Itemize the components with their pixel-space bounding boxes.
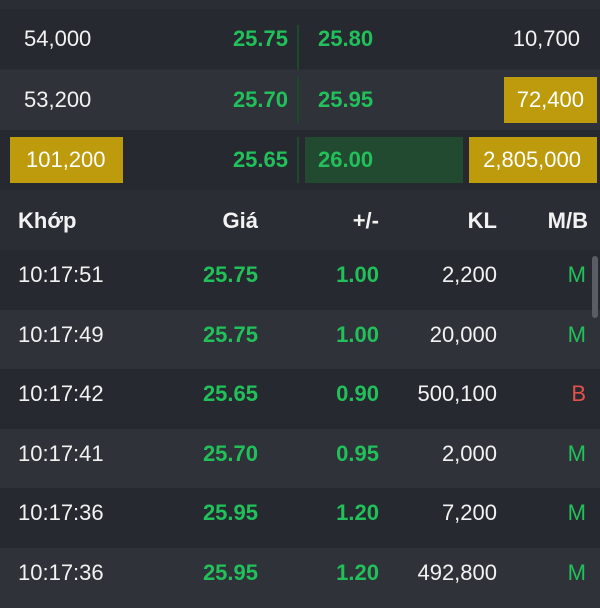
- trade-change: 1.20: [336, 500, 379, 526]
- trades-table: 10:17:51 25.75 1.00 2,200 M 10:17:49 25.…: [0, 250, 600, 608]
- trade-time: 10:17:36: [18, 500, 104, 526]
- trade-volume: 2,200: [441, 262, 497, 287]
- bid-price[interactable]: 25.65: [233, 130, 288, 190]
- trade-change: 1.00: [336, 321, 379, 347]
- bid-price[interactable]: 25.75: [233, 9, 288, 69]
- trade-change: 1.00: [336, 262, 379, 287]
- table-row[interactable]: 10:17:36 25.95 1.20 492,800 M: [0, 547, 600, 608]
- table-row[interactable]: 10:17:51 25.75 1.00 2,200 M: [0, 250, 600, 310]
- trade-time: 10:17:41: [18, 440, 104, 466]
- trade-price: 25.75: [202, 262, 258, 287]
- trade-price: 25.65: [202, 381, 258, 407]
- bid-price[interactable]: 25.70: [233, 70, 288, 130]
- trade-price: 25.70: [202, 440, 258, 466]
- trades-scrollbar[interactable]: [592, 256, 598, 318]
- trade-side: B: [571, 381, 586, 407]
- trade-time: 10:17:51: [18, 262, 104, 287]
- table-row[interactable]: 10:17:41 25.70 0.95 2,000 M: [0, 428, 600, 489]
- order-book-row[interactable]: 101,200 25.65 26.00 2,805,000: [0, 130, 600, 190]
- trade-price: 25.95: [202, 559, 258, 585]
- trade-volume: 2,000: [441, 440, 497, 466]
- ask-price[interactable]: 26.00: [318, 130, 373, 190]
- ask-volume-highlighted: 72,400: [503, 77, 597, 123]
- trade-volume: 492,800: [417, 559, 497, 585]
- header-price[interactable]: Giá: [223, 192, 258, 250]
- trade-time: 10:17:36: [18, 559, 104, 585]
- header-side[interactable]: M/B: [548, 192, 588, 250]
- bid-ask-divider: [297, 25, 299, 71]
- trades-table-header: Khớp Giá +/- KL M/B: [0, 192, 600, 250]
- table-row[interactable]: 10:17:49 25.75 1.00 20,000 M: [0, 309, 600, 370]
- trade-side: M: [567, 500, 586, 526]
- table-row[interactable]: 10:17:36 25.95 1.20 7,200 M: [0, 488, 600, 548]
- header-time[interactable]: Khớp: [18, 192, 76, 250]
- table-row[interactable]: 10:17:42 25.65 0.90 500,100 B: [0, 369, 600, 429]
- order-book: 54,000 25.75 25.80 10,700 53,200 25.70 2…: [0, 0, 600, 190]
- trade-time: 10:17:42: [18, 381, 104, 407]
- trade-change: 1.20: [336, 559, 379, 585]
- bid-ask-divider: [297, 137, 299, 183]
- header-change[interactable]: +/-: [353, 192, 379, 250]
- trade-side: M: [567, 262, 586, 287]
- header-volume[interactable]: KL: [468, 192, 497, 250]
- trade-change: 0.90: [336, 381, 379, 407]
- ask-price[interactable]: 25.95: [318, 70, 373, 130]
- trade-price: 25.75: [202, 321, 258, 347]
- bid-volume: 53,200: [24, 87, 92, 112]
- trade-time: 10:17:49: [18, 321, 104, 347]
- order-book-row[interactable]: 53,200 25.70 25.95 72,400: [0, 70, 600, 130]
- trade-price: 25.95: [202, 500, 258, 526]
- trade-side: M: [567, 321, 586, 347]
- trade-side: M: [567, 440, 586, 466]
- bid-ask-divider: [297, 77, 299, 123]
- trade-volume: 500,100: [417, 381, 497, 407]
- bid-volume-highlighted: 101,200: [10, 137, 123, 183]
- ask-volume: 10,700: [512, 26, 580, 51]
- bid-volume: 54,000: [24, 26, 92, 51]
- trade-change: 0.95: [336, 440, 379, 466]
- order-book-row[interactable]: 54,000 25.75 25.80 10,700: [0, 9, 600, 71]
- trade-volume: 7,200: [441, 500, 497, 526]
- trade-volume: 20,000: [429, 321, 497, 347]
- trade-side: M: [567, 559, 586, 585]
- ask-volume-highlighted: 2,805,000: [469, 137, 597, 183]
- ask-price[interactable]: 25.80: [318, 9, 373, 69]
